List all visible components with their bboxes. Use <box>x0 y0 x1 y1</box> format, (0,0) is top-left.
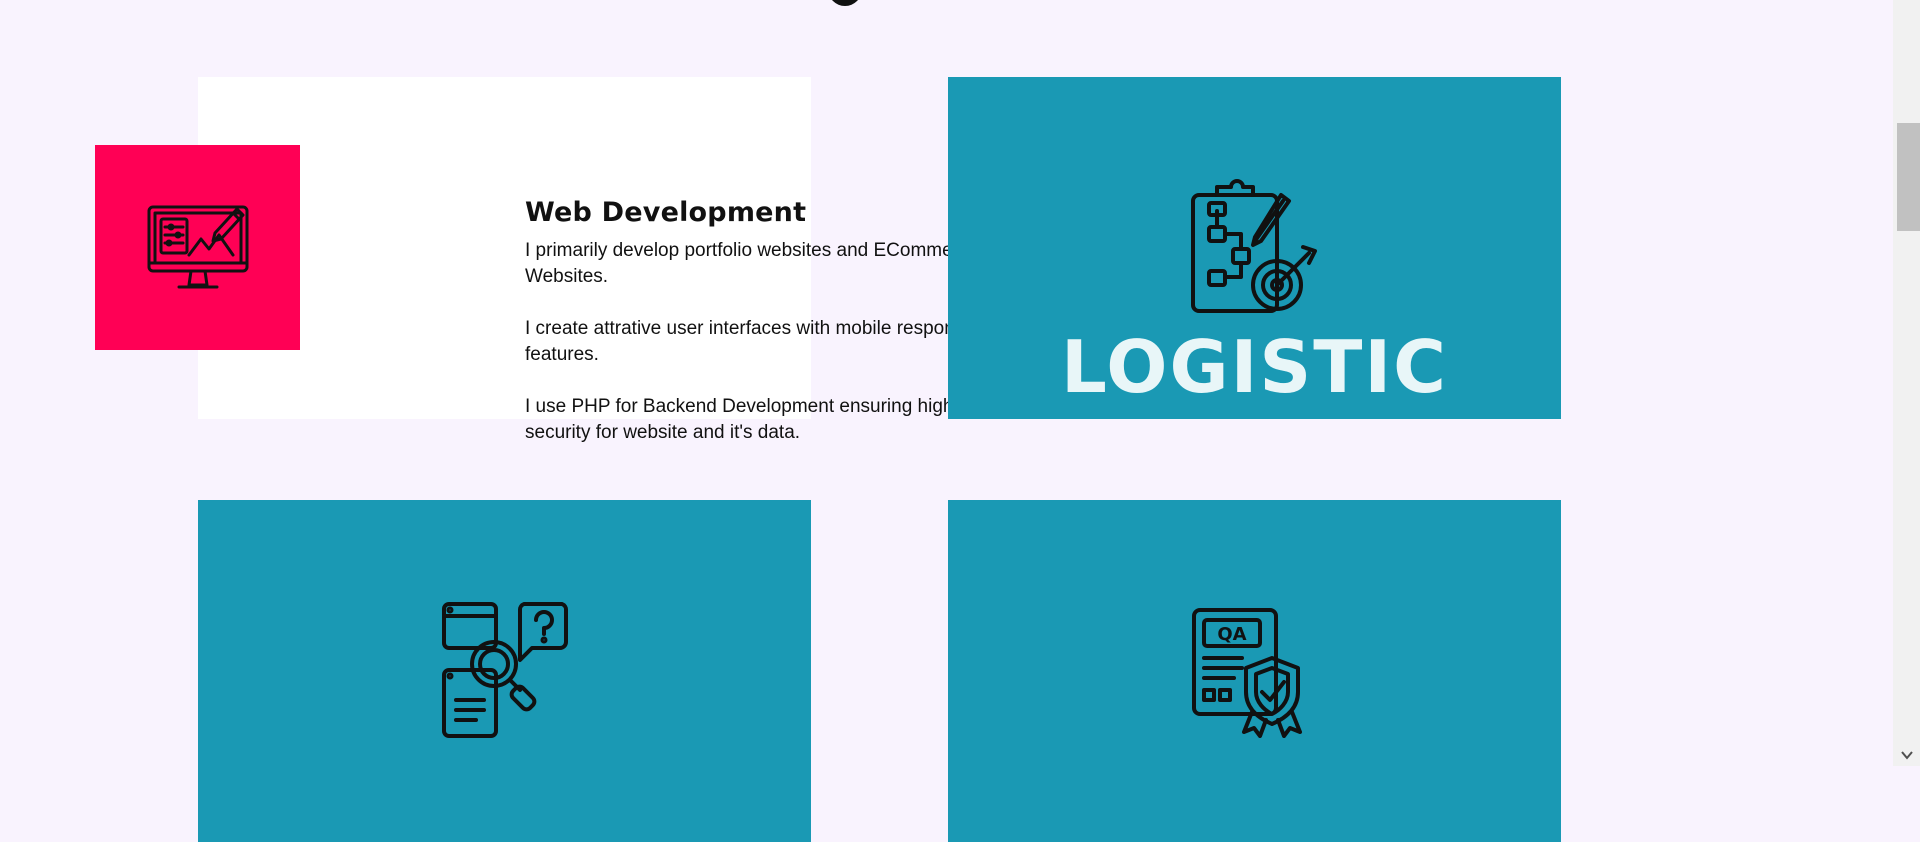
card-description-2: I create attrative user interfaces with … <box>525 318 991 365</box>
service-card-qa: QA <box>948 500 1561 842</box>
card-text: Web Development I primarily develop port… <box>525 197 1005 472</box>
page-scrollbar[interactable] <box>1893 0 1920 766</box>
clipboard-target-icon <box>1190 179 1317 313</box>
svg-text:QA: QA <box>1217 624 1246 645</box>
card-label: LOGISTIC <box>1060 325 1448 409</box>
service-card-analysis <box>198 500 811 842</box>
monitor-design-icon <box>147 205 248 288</box>
qa-certificate-icon: QA <box>1191 608 1302 738</box>
card-description-1: I primarily develop portfolio websites a… <box>525 240 980 287</box>
card-description-3: I use PHP for Backend Development ensuri… <box>525 396 979 443</box>
card-title: Web Development <box>525 197 807 228</box>
scrollbar-thumb[interactable] <box>1897 123 1920 231</box>
web-development-icon-box <box>95 145 300 350</box>
scroll-down-icon[interactable] <box>1901 750 1913 760</box>
research-magnifier-icon <box>441 602 568 738</box>
heading-fragment <box>828 0 862 6</box>
service-card-logistic: LOGISTIC <box>948 77 1561 419</box>
